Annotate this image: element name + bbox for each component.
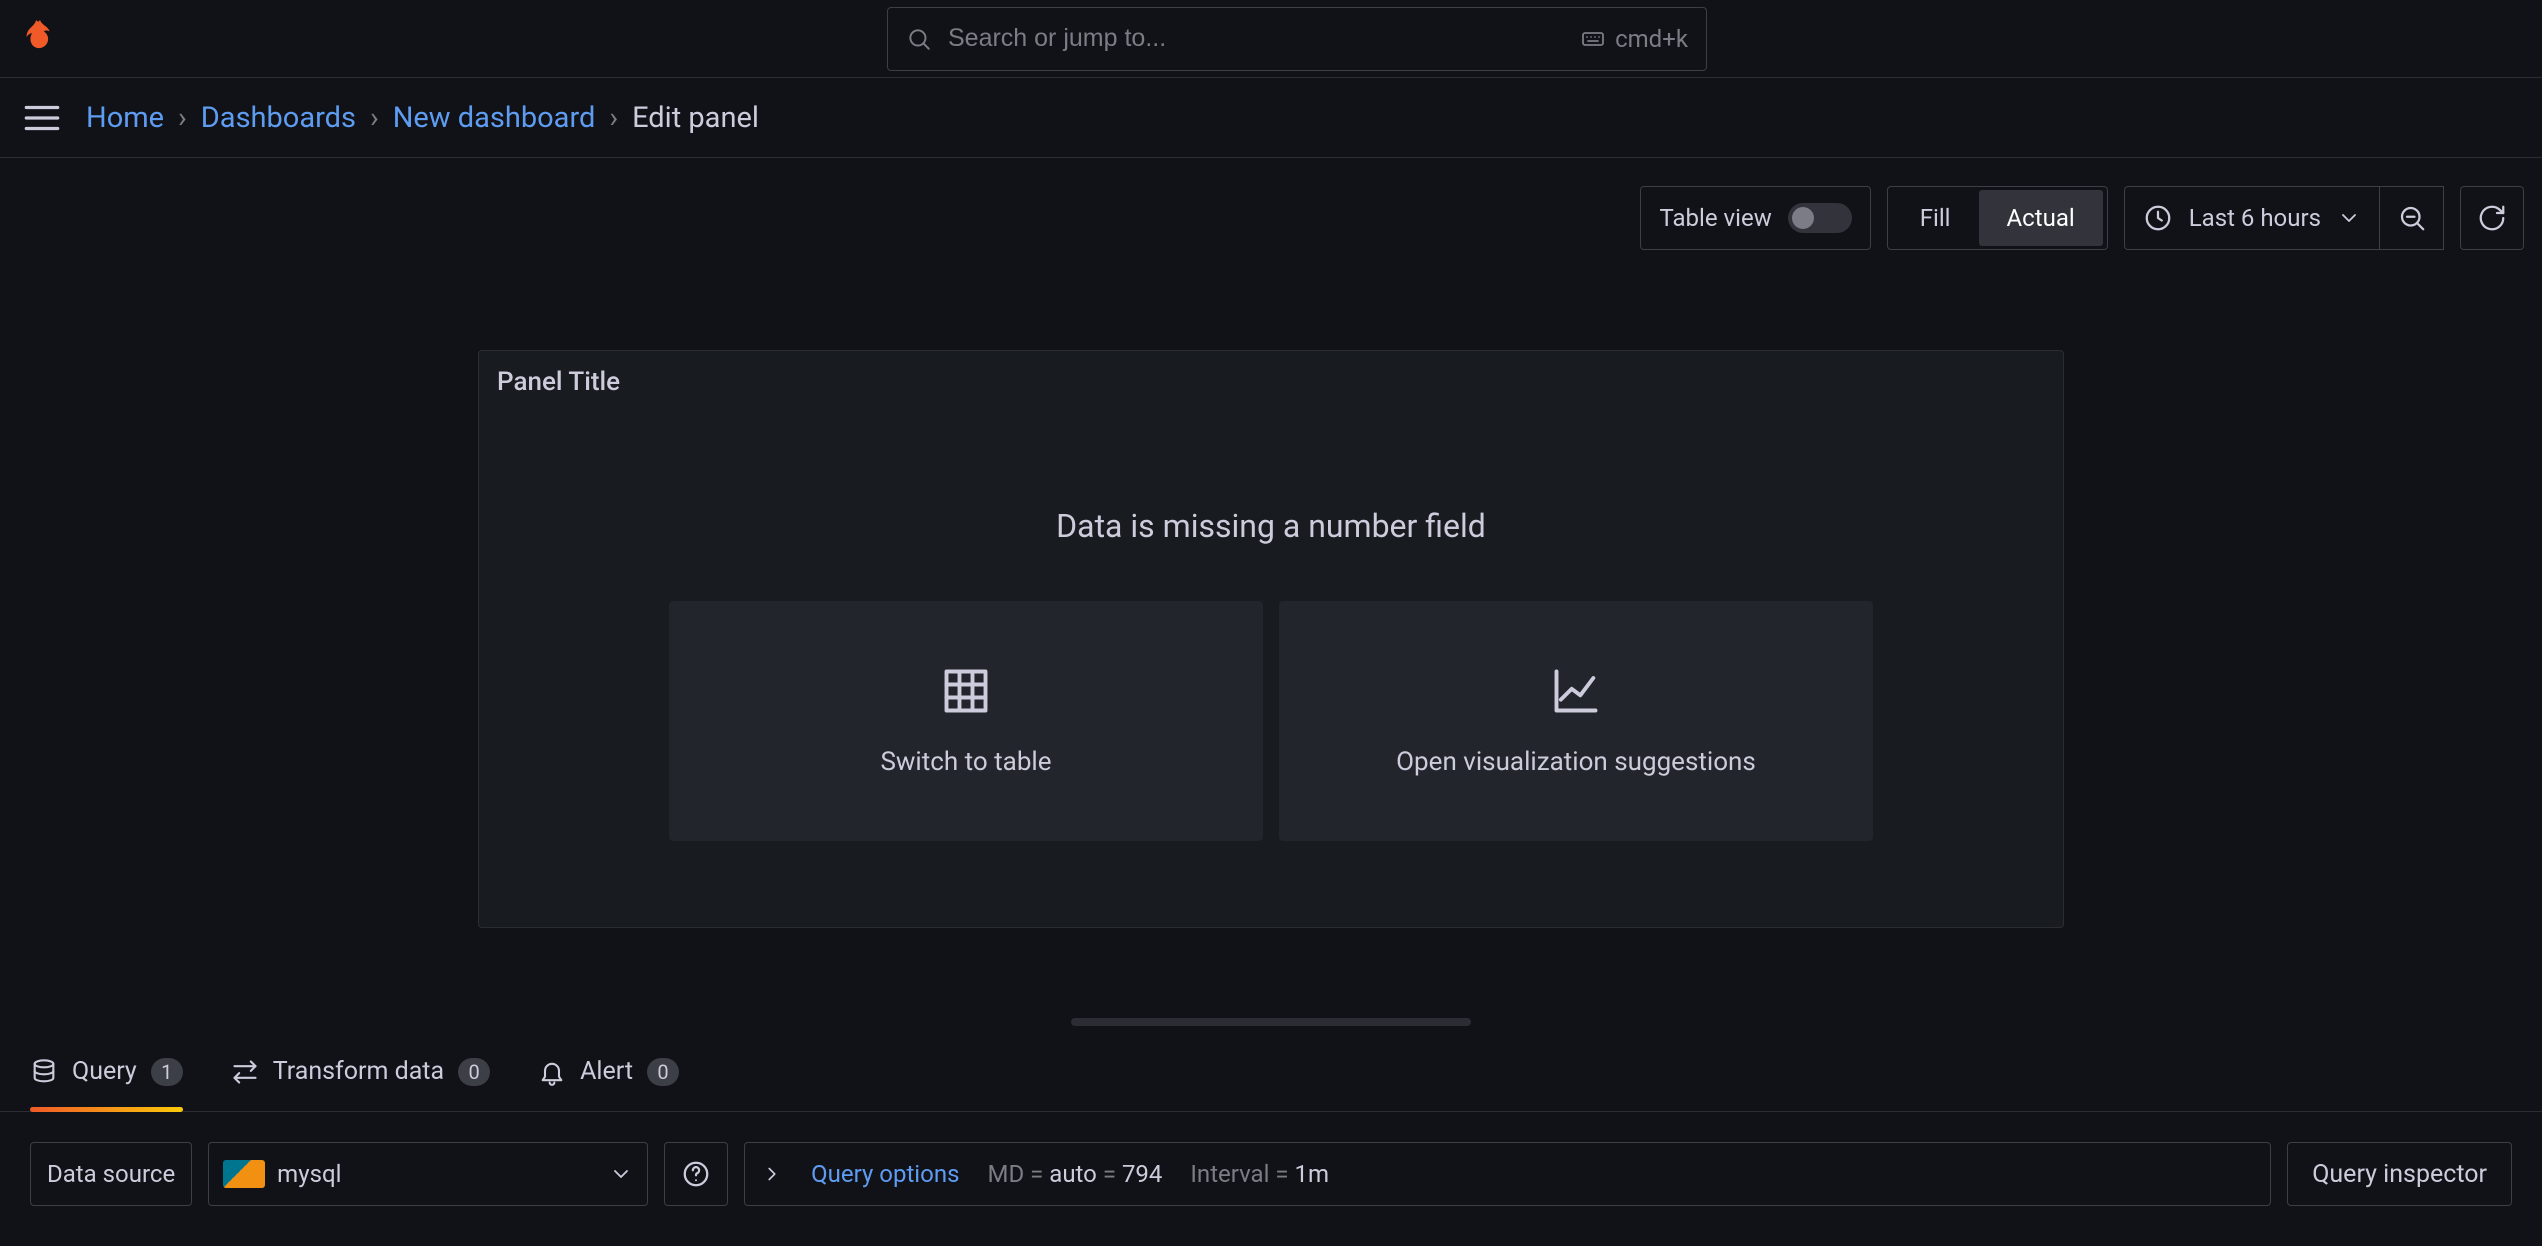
tab-transform-label: Transform data <box>273 1057 444 1086</box>
breadcrumb-current: Edit panel <box>632 101 759 135</box>
query-options-interval: Interval = 1m <box>1190 1160 1329 1188</box>
chevron-right-icon <box>761 1163 783 1185</box>
breadcrumb: Home › Dashboards › New dashboard › Edit… <box>86 101 759 135</box>
hamburger-icon <box>21 97 63 139</box>
zoom-out-time-button[interactable] <box>2380 186 2444 250</box>
tab-alert-label: Alert <box>580 1057 633 1086</box>
grafana-logo[interactable] <box>14 13 66 65</box>
panel-preview: Panel Title Data is missing a number fie… <box>478 350 2064 928</box>
breadcrumb-dashboards[interactable]: Dashboards <box>201 101 356 135</box>
transform-icon <box>231 1058 259 1086</box>
question-icon <box>681 1159 711 1189</box>
tab-transform[interactable]: Transform data 0 <box>231 1032 490 1111</box>
chevron-down-icon <box>609 1162 633 1186</box>
table-icon <box>940 665 992 717</box>
tab-query-label: Query <box>72 1057 137 1086</box>
fill-actual-segment: Fill Actual <box>1887 186 2108 250</box>
fill-option[interactable]: Fill <box>1892 190 1979 246</box>
chart-line-icon <box>1550 665 1602 717</box>
keyboard-icon <box>1581 27 1605 51</box>
menu-toggle[interactable] <box>20 96 64 140</box>
mysql-icon <box>223 1160 265 1188</box>
database-icon <box>30 1058 58 1086</box>
chevron-right-icon: › <box>609 101 618 135</box>
time-range-label: Last 6 hours <box>2189 204 2321 232</box>
search-shortcut: cmd+k <box>1581 25 1688 53</box>
data-source-value: mysql <box>277 1160 341 1188</box>
refresh-icon <box>2477 203 2507 233</box>
toggle-switch[interactable] <box>1788 203 1852 233</box>
chevron-right-icon: › <box>370 101 379 135</box>
panel-message: Data is missing a number field <box>497 507 2045 545</box>
data-source-picker[interactable]: mysql <box>208 1142 648 1206</box>
query-options-md: MD = auto = 794 <box>987 1160 1162 1188</box>
chevron-down-icon <box>2337 206 2361 230</box>
switch-to-table-label: Switch to table <box>880 747 1051 777</box>
zoom-out-icon <box>2397 203 2427 233</box>
time-range-picker[interactable]: Last 6 hours <box>2124 186 2380 250</box>
bell-icon <box>538 1058 566 1086</box>
tab-query[interactable]: Query 1 <box>30 1032 183 1111</box>
chevron-right-icon: › <box>178 101 187 135</box>
switch-to-table-button[interactable]: Switch to table <box>669 601 1263 841</box>
search-input[interactable] <box>948 24 1565 53</box>
table-view-label: Table view <box>1659 204 1771 232</box>
global-search[interactable]: cmd+k <box>887 7 1707 71</box>
open-suggestions-label: Open visualization suggestions <box>1396 747 1756 777</box>
tab-transform-count: 0 <box>458 1058 490 1086</box>
resize-handle[interactable] <box>1071 1018 1471 1026</box>
open-suggestions-button[interactable]: Open visualization suggestions <box>1279 601 1873 841</box>
tab-query-count: 1 <box>151 1058 183 1086</box>
datasource-help-button[interactable] <box>664 1142 728 1206</box>
tab-alert[interactable]: Alert 0 <box>538 1032 679 1111</box>
search-icon <box>906 26 932 52</box>
breadcrumb-home[interactable]: Home <box>86 101 164 135</box>
clock-icon <box>2143 203 2173 233</box>
panel-title: Panel Title <box>497 367 2045 397</box>
refresh-button[interactable] <box>2460 186 2524 250</box>
query-inspector-button[interactable]: Query inspector <box>2287 1142 2512 1206</box>
table-view-toggle[interactable]: Table view <box>1640 186 1870 250</box>
tab-alert-count: 0 <box>647 1058 679 1086</box>
query-options-label: Query options <box>811 1160 959 1188</box>
breadcrumb-new-dashboard[interactable]: New dashboard <box>393 101 596 135</box>
actual-option[interactable]: Actual <box>1979 190 2103 246</box>
data-source-label: Data source <box>30 1142 192 1206</box>
query-options[interactable]: Query options MD = auto = 794 Interval =… <box>744 1142 2271 1206</box>
